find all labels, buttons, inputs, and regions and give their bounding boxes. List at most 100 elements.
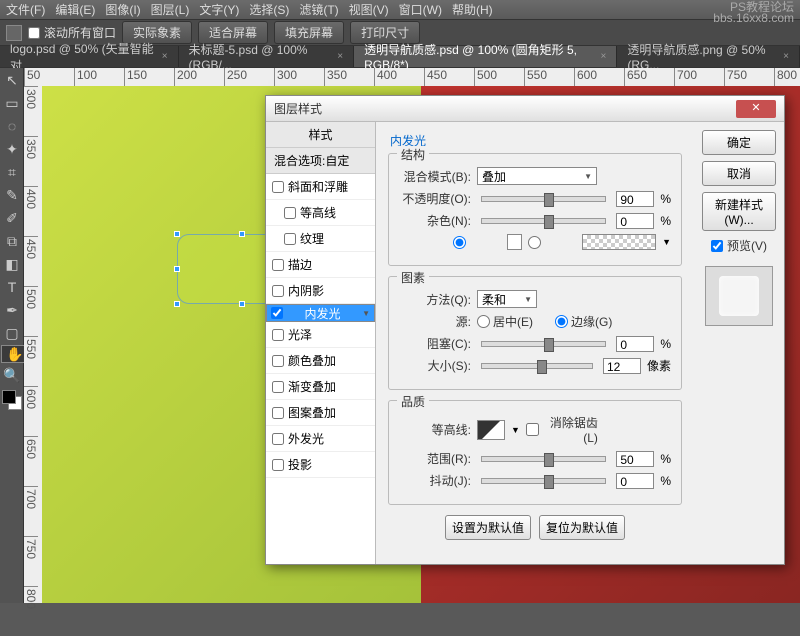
doc-tab-1[interactable]: 未标题-5.psd @ 100%(RGB/...×: [179, 46, 355, 67]
blend-mode-select[interactable]: 叠加: [477, 167, 597, 185]
cancel-button[interactable]: 取消: [702, 161, 776, 186]
close-icon[interactable]: ×: [337, 51, 343, 62]
style-checkbox[interactable]: [284, 207, 296, 219]
style-item-7[interactable]: 颜色叠加: [266, 348, 375, 374]
menu-view[interactable]: 视图(V): [349, 1, 389, 18]
marquee-tool-icon[interactable]: ▭: [1, 92, 23, 114]
source-center-radio[interactable]: 居中(E): [477, 313, 549, 330]
gradient-radio[interactable]: [528, 236, 576, 249]
source-edge-radio[interactable]: 边缘(G): [555, 313, 627, 330]
reset-default-button[interactable]: 复位为默认值: [539, 515, 625, 540]
doc-tab-2[interactable]: 透明导航质感.psd @ 100% (圆角矩形 5, RGB/8*)×: [354, 46, 617, 67]
document-tabs: logo.psd @ 50% (矢量智能对...× 未标题-5.psd @ 10…: [0, 46, 800, 68]
contour-picker[interactable]: [477, 420, 505, 440]
dialog-titlebar[interactable]: 图层样式 ✕: [266, 96, 784, 122]
menu-edit[interactable]: 编辑(E): [55, 1, 95, 18]
color-radio[interactable]: [453, 236, 501, 249]
style-item-0[interactable]: 斜面和浮雕: [266, 174, 375, 200]
style-label: 描边: [288, 256, 312, 273]
style-checkbox[interactable]: [272, 329, 284, 341]
style-item-6[interactable]: 光泽: [266, 322, 375, 348]
doc-tab-3[interactable]: 透明导航质感.png @ 50%(RG...×: [617, 46, 800, 67]
styles-header[interactable]: 样式: [266, 122, 375, 148]
style-item-5[interactable]: 内发光: [266, 304, 375, 322]
style-item-9[interactable]: 图案叠加: [266, 400, 375, 426]
move-tool-icon[interactable]: ↖: [1, 69, 23, 91]
style-item-1[interactable]: 等高线: [266, 200, 375, 226]
color-swatch[interactable]: [2, 390, 21, 410]
opacity-input[interactable]: 90: [616, 191, 654, 207]
menu-filter[interactable]: 滤镜(T): [299, 1, 338, 18]
choke-slider[interactable]: [481, 341, 606, 347]
make-default-button[interactable]: 设置为默认值: [445, 515, 531, 540]
zoom-tool-icon[interactable]: 🔍: [1, 364, 23, 386]
blend-options-header[interactable]: 混合选项:自定: [266, 148, 375, 174]
close-icon[interactable]: ×: [600, 51, 606, 62]
choke-input[interactable]: 0: [616, 336, 654, 352]
menu-text[interactable]: 文字(Y): [199, 1, 239, 18]
new-style-button[interactable]: 新建样式(W)...: [702, 192, 776, 231]
style-item-3[interactable]: 描边: [266, 252, 375, 278]
range-slider[interactable]: [481, 456, 606, 462]
style-item-10[interactable]: 外发光: [266, 426, 375, 452]
shape-tool-icon[interactable]: ▢: [1, 322, 23, 344]
style-checkbox[interactable]: [272, 459, 284, 471]
size-input[interactable]: 12: [603, 358, 641, 374]
style-item-8[interactable]: 渐变叠加: [266, 374, 375, 400]
brush-tool-icon[interactable]: ✐: [1, 207, 23, 229]
scroll-all-checkbox[interactable]: 滚动所有窗口: [28, 24, 116, 41]
jitter-slider[interactable]: [481, 478, 606, 484]
style-checkbox[interactable]: [272, 433, 284, 445]
pen-tool-icon[interactable]: ✒: [1, 299, 23, 321]
jitter-input[interactable]: 0: [616, 473, 654, 489]
eyedropper-tool-icon[interactable]: ✎: [1, 184, 23, 206]
style-checkbox[interactable]: [284, 233, 296, 245]
style-checkbox[interactable]: [272, 381, 284, 393]
style-label: 颜色叠加: [288, 352, 336, 369]
style-checkbox[interactable]: [272, 407, 284, 419]
menu-image[interactable]: 图像(I): [105, 1, 140, 18]
wand-tool-icon[interactable]: ✦: [1, 138, 23, 160]
close-icon[interactable]: ×: [162, 51, 168, 62]
style-checkbox[interactable]: [272, 259, 284, 271]
menu-window[interactable]: 窗口(W): [399, 1, 442, 18]
type-tool-icon[interactable]: T: [1, 276, 23, 298]
technique-select[interactable]: 柔和: [477, 290, 537, 308]
style-label: 内阴影: [288, 282, 324, 299]
eraser-tool-icon[interactable]: ◧: [1, 253, 23, 275]
menu-select[interactable]: 选择(S): [249, 1, 289, 18]
antialias-checkbox[interactable]: 消除锯齿(L): [526, 414, 598, 445]
ruler-horizontal: 5010015020025030035040045050055060065070…: [24, 68, 800, 86]
lasso-tool-icon[interactable]: ◌: [1, 115, 23, 137]
doc-tab-0[interactable]: logo.psd @ 50% (矢量智能对...×: [0, 46, 179, 67]
opacity-slider[interactable]: [481, 196, 606, 202]
style-checkbox[interactable]: [272, 285, 284, 297]
dialog-title: 图层样式: [274, 100, 736, 117]
crop-tool-icon[interactable]: ⌗: [1, 161, 23, 183]
watermark: PS教程论坛bbs.16xx8.com: [713, 2, 794, 24]
style-checkbox[interactable]: [272, 355, 284, 367]
style-item-2[interactable]: 纹理: [266, 226, 375, 252]
close-icon[interactable]: ×: [783, 51, 789, 62]
style-label: 等高线: [300, 204, 336, 221]
stamp-tool-icon[interactable]: ⧉: [1, 230, 23, 252]
style-item-4[interactable]: 内阴影: [266, 278, 375, 304]
menu-file[interactable]: 文件(F): [6, 1, 45, 18]
ok-button[interactable]: 确定: [702, 130, 776, 155]
menu-layer[interactable]: 图层(L): [151, 1, 190, 18]
noise-slider[interactable]: [481, 218, 606, 224]
style-item-11[interactable]: 投影: [266, 452, 375, 478]
size-slider[interactable]: [481, 363, 593, 369]
range-input[interactable]: 50: [616, 451, 654, 467]
quality-group: 品质 等高线: ▼ 消除锯齿(L) 范围(R): 50 % 抖动(J): 0 %: [388, 400, 682, 505]
close-button[interactable]: ✕: [736, 100, 776, 118]
gradient-picker[interactable]: [582, 234, 656, 250]
style-checkbox[interactable]: [272, 181, 284, 193]
tool-preset-icon[interactable]: [6, 25, 22, 41]
menu-help[interactable]: 帮助(H): [452, 1, 493, 18]
style-checkbox[interactable]: [271, 307, 283, 319]
preview-checkbox[interactable]: 预览(V): [702, 237, 776, 254]
noise-input[interactable]: 0: [616, 213, 654, 229]
glow-color-swatch[interactable]: [507, 234, 522, 250]
menu-bar: 文件(F) 编辑(E) 图像(I) 图层(L) 文字(Y) 选择(S) 滤镜(T…: [0, 0, 800, 20]
